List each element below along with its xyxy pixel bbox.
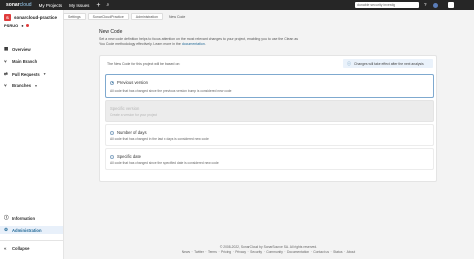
new-code-card: The New Code for this project will be ba… <box>99 55 437 182</box>
option-title: Specific version <box>110 106 139 111</box>
footer-link-security[interactable]: Security <box>250 250 262 254</box>
option-label: Specific date <box>117 154 141 159</box>
breadcrumb-item-settings[interactable]: Settings <box>63 13 86 20</box>
option-description: Create a version for your project <box>110 113 158 117</box>
footer-link-community[interactable]: Community <box>266 250 283 254</box>
breadcrumb-item-current: New Code <box>168 14 186 19</box>
sidebar: S sonarcloud-practice PSRUO ● ▦ Overview… <box>0 10 64 259</box>
info-icon: ⓘ <box>347 60 351 66</box>
radio-button[interactable] <box>110 130 114 135</box>
chevron-down-icon: ▾ <box>35 83 37 88</box>
footer-copyright: © 2008-2022, SonarCloud by SonarSource S… <box>219 245 318 249</box>
info-banner: ⓘ Changes will take effect after the nex… <box>343 59 433 68</box>
org-header[interactable]: S sonarcloud-practice <box>0 10 63 21</box>
sidebar-divider <box>0 240 63 241</box>
option-description: All code that has changed since the spec… <box>110 161 219 165</box>
status-dot-icon <box>25 23 30 28</box>
option-specific-date[interactable]: Specific date All code that has changed … <box>105 148 434 170</box>
footer-link-terms[interactable]: Terms <box>208 250 217 254</box>
branches-icon: ⑂ <box>4 83 7 88</box>
project-header[interactable]: PSRUO ● <box>0 21 63 28</box>
sidebar-item-label: Pull Requests <box>12 71 40 77</box>
sidebar-item-label: Administration <box>12 227 42 233</box>
page-description-line-1: Set a new code definition helps to focus… <box>99 37 299 41</box>
sonarcloud-logo[interactable]: sonar cloud <box>6 2 32 8</box>
sidebar-item-main-branch[interactable]: ⑂ Main Branch <box>4 59 37 64</box>
notifications-icon[interactable] <box>448 2 454 8</box>
sidebar-item-information[interactable]: ⓘ Information <box>4 215 35 221</box>
help-icon[interactable]: ? <box>424 2 427 7</box>
documentation-link[interactable]: documentation <box>182 42 205 46</box>
footer-link-documentation[interactable]: Documentation <box>287 250 309 254</box>
avatar[interactable] <box>433 2 438 8</box>
option-label: Previous version <box>117 80 148 85</box>
card-heading: The New Code for this project will be ba… <box>107 62 181 66</box>
page-description-end: . <box>204 42 206 46</box>
sidebar-item-label: Overview <box>12 46 31 52</box>
search-icon[interactable]: ⌕ <box>106 2 109 8</box>
page-description-line-2: You Code methodology effectively. Learn … <box>99 42 181 46</box>
collapse-button[interactable]: « Collapse <box>4 246 29 251</box>
option-label: Number of days <box>117 130 147 135</box>
sidebar-item-branches[interactable]: ⑂ Branches ▾ <box>4 83 37 88</box>
footer-link-contact[interactable]: Contact us <box>313 250 329 254</box>
option-previous-version[interactable]: Previous version All code that has chang… <box>105 74 434 98</box>
plus-icon[interactable]: + <box>96 2 100 9</box>
radio-button[interactable] <box>110 80 114 85</box>
gear-icon: ⚙ <box>4 227 9 232</box>
footer-link-twitter[interactable]: Twitter <box>194 250 204 254</box>
my-projects-link[interactable]: My Projects <box>39 3 63 8</box>
breadcrumb: Settings SonarCloudPractice Administrati… <box>63 13 191 20</box>
option-title: Number of days <box>110 130 147 135</box>
option-description: All code that has changed since the prev… <box>110 89 232 93</box>
footer-links: News · Twitter · Terms · Pricing · Privacy · … <box>181 250 356 254</box>
sidebar-item-administration[interactable]: ⚙ Administration <box>0 226 63 234</box>
logo-text: sonar <box>6 2 20 8</box>
option-title: Previous version <box>110 80 148 85</box>
chevron-down-icon: ▾ <box>43 72 46 76</box>
search-input-value: dunable security investig <box>357 3 396 7</box>
option-label: Specific version <box>110 106 140 111</box>
sidebar-item-overview[interactable]: ▦ Overview <box>4 46 31 52</box>
radio-button[interactable] <box>110 154 114 159</box>
my-issues-link[interactable]: My Issues <box>69 3 89 8</box>
page-title: New Code <box>99 29 123 35</box>
sidebar-item-label: Main Branch <box>12 59 38 64</box>
footer-link-news[interactable]: News <box>182 250 190 254</box>
footer-link-pricing[interactable]: Pricing <box>221 250 231 254</box>
info-banner-text: Changes will take effect after the next … <box>354 61 424 66</box>
option-title: Specific date <box>110 154 141 159</box>
project-name: PSRUO <box>4 23 19 28</box>
footer-link-about[interactable]: About <box>347 250 356 254</box>
org-badge: S <box>4 14 11 21</box>
breadcrumb-item-administration[interactable]: Administration <box>130 13 163 20</box>
page-description: Set a new code definition helps to focus… <box>99 37 319 47</box>
option-description: All code that has changed in the last x … <box>110 137 209 141</box>
collapse-icon: « <box>4 246 7 251</box>
org-name: sonarcloud-practice <box>14 15 58 20</box>
overview-icon: ▦ <box>4 46 9 51</box>
info-icon: ⓘ <box>4 215 9 220</box>
sidebar-item-label: Information <box>12 215 36 221</box>
option-specific-version: Specific version Create a version for yo… <box>105 100 434 122</box>
breadcrumb-item-project[interactable]: SonarCloudPractice <box>87 13 129 20</box>
logo-suffix: cloud <box>19 2 32 8</box>
sidebar-item-label: Branches <box>12 83 32 88</box>
collapse-label: Collapse <box>12 246 30 251</box>
footer-link-status[interactable]: Status <box>333 250 342 254</box>
branch-icon: ⑂ <box>4 59 7 64</box>
pull-request-icon: ⇄ <box>4 71 8 76</box>
search-input[interactable]: dunable security investig <box>355 2 419 8</box>
option-number-of-days[interactable]: Number of days All code that has changed… <box>105 124 434 146</box>
footer-link-privacy[interactable]: Privacy <box>235 250 246 254</box>
sidebar-item-pull-requests[interactable]: ⇄ Pull Requests ▾ <box>4 71 45 77</box>
github-icon: ● <box>21 23 24 28</box>
